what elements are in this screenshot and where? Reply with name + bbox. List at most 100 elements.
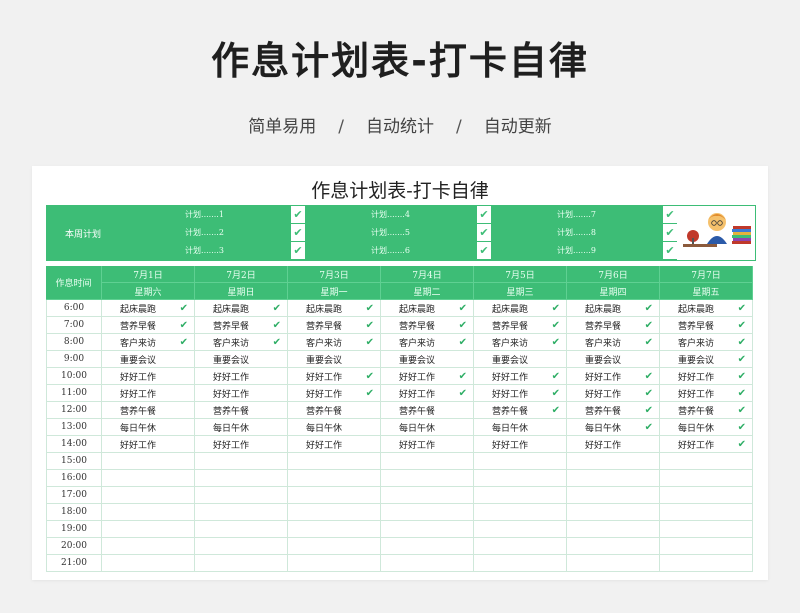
schedule-cell[interactable]: 营养午餐 ✔ bbox=[660, 402, 753, 419]
schedule-cell[interactable]: 每日午休 bbox=[288, 419, 381, 436]
check-icon[interactable]: ✔ bbox=[738, 385, 746, 401]
schedule-cell[interactable]: 好好工作 bbox=[195, 385, 288, 402]
schedule-cell[interactable]: 营养午餐 bbox=[195, 402, 288, 419]
schedule-cell[interactable] bbox=[195, 555, 288, 572]
schedule-cell[interactable]: 好好工作 bbox=[567, 436, 660, 453]
check-icon[interactable]: ✔ bbox=[645, 385, 653, 401]
schedule-cell[interactable]: 起床晨跑 ✔ bbox=[288, 300, 381, 317]
schedule-cell[interactable]: 重要会议 bbox=[474, 351, 567, 368]
plan-item[interactable]: 计划.......9 bbox=[491, 242, 663, 260]
check-icon[interactable]: ✔ bbox=[663, 224, 677, 242]
check-icon[interactable]: ✔ bbox=[552, 334, 560, 350]
check-icon[interactable]: ✔ bbox=[273, 300, 281, 316]
schedule-cell[interactable] bbox=[381, 521, 474, 538]
schedule-cell[interactable]: 好好工作 ✔ bbox=[660, 385, 753, 402]
schedule-cell[interactable] bbox=[102, 504, 195, 521]
schedule-cell[interactable]: 客户来访 ✔ bbox=[288, 334, 381, 351]
check-icon[interactable]: ✔ bbox=[552, 385, 560, 401]
schedule-cell[interactable] bbox=[381, 555, 474, 572]
schedule-cell[interactable]: 营养午餐 bbox=[381, 402, 474, 419]
check-icon[interactable]: ✔ bbox=[645, 419, 653, 435]
schedule-cell[interactable] bbox=[660, 504, 753, 521]
schedule-cell[interactable] bbox=[195, 470, 288, 487]
schedule-cell[interactable]: 营养早餐 ✔ bbox=[660, 317, 753, 334]
check-icon[interactable]: ✔ bbox=[477, 206, 491, 224]
schedule-cell[interactable]: 客户来访 ✔ bbox=[660, 334, 753, 351]
schedule-cell[interactable]: 好好工作 ✔ bbox=[288, 368, 381, 385]
schedule-cell[interactable] bbox=[567, 555, 660, 572]
schedule-cell[interactable] bbox=[288, 487, 381, 504]
schedule-cell[interactable]: 好好工作 ✔ bbox=[381, 385, 474, 402]
schedule-cell[interactable]: 营养午餐 bbox=[288, 402, 381, 419]
schedule-cell[interactable]: 客户来访 ✔ bbox=[567, 334, 660, 351]
schedule-cell[interactable]: 好好工作 ✔ bbox=[660, 368, 753, 385]
check-icon[interactable]: ✔ bbox=[738, 368, 746, 384]
schedule-cell[interactable] bbox=[660, 521, 753, 538]
check-icon[interactable]: ✔ bbox=[273, 317, 281, 333]
schedule-cell[interactable] bbox=[102, 487, 195, 504]
check-icon[interactable]: ✔ bbox=[552, 368, 560, 384]
schedule-cell[interactable]: 客户来访 ✔ bbox=[474, 334, 567, 351]
check-icon[interactable]: ✔ bbox=[738, 351, 746, 367]
schedule-cell[interactable]: 营养早餐 ✔ bbox=[102, 317, 195, 334]
check-icon[interactable]: ✔ bbox=[477, 224, 491, 242]
schedule-cell[interactable] bbox=[474, 470, 567, 487]
schedule-cell[interactable]: 客户来访 ✔ bbox=[102, 334, 195, 351]
check-icon[interactable]: ✔ bbox=[366, 385, 374, 401]
schedule-cell[interactable]: 营养午餐 ✔ bbox=[567, 402, 660, 419]
schedule-cell[interactable]: 起床晨跑 ✔ bbox=[567, 300, 660, 317]
schedule-cell[interactable]: 每日午休 ✔ bbox=[567, 419, 660, 436]
check-icon[interactable]: ✔ bbox=[273, 334, 281, 350]
schedule-cell[interactable] bbox=[195, 521, 288, 538]
schedule-cell[interactable]: 每日午休 bbox=[195, 419, 288, 436]
schedule-cell[interactable] bbox=[381, 487, 474, 504]
schedule-cell[interactable]: 营养早餐 ✔ bbox=[195, 317, 288, 334]
schedule-cell[interactable] bbox=[567, 487, 660, 504]
plan-item[interactable]: 计划.......1 bbox=[119, 206, 291, 224]
schedule-cell[interactable] bbox=[288, 504, 381, 521]
schedule-cell[interactable] bbox=[195, 487, 288, 504]
check-icon[interactable]: ✔ bbox=[645, 300, 653, 316]
schedule-cell[interactable]: 重要会议 bbox=[567, 351, 660, 368]
schedule-cell[interactable]: 营养早餐 ✔ bbox=[381, 317, 474, 334]
schedule-cell[interactable]: 每日午休 bbox=[474, 419, 567, 436]
check-icon[interactable]: ✔ bbox=[738, 436, 746, 452]
check-icon[interactable]: ✔ bbox=[645, 317, 653, 333]
check-icon[interactable]: ✔ bbox=[663, 242, 677, 260]
check-icon[interactable]: ✔ bbox=[180, 334, 188, 350]
check-icon[interactable]: ✔ bbox=[738, 419, 746, 435]
check-icon[interactable]: ✔ bbox=[366, 317, 374, 333]
schedule-cell[interactable] bbox=[474, 555, 567, 572]
schedule-cell[interactable] bbox=[660, 538, 753, 555]
schedule-cell[interactable]: 好好工作 ✔ bbox=[660, 436, 753, 453]
check-icon[interactable]: ✔ bbox=[459, 368, 467, 384]
schedule-cell[interactable]: 重要会议 ✔ bbox=[660, 351, 753, 368]
check-icon[interactable]: ✔ bbox=[291, 206, 305, 224]
schedule-cell[interactable]: 好好工作 bbox=[288, 436, 381, 453]
schedule-cell[interactable]: 好好工作 bbox=[102, 368, 195, 385]
plan-item[interactable]: 计划.......4 bbox=[305, 206, 477, 224]
schedule-cell[interactable] bbox=[474, 453, 567, 470]
schedule-cell[interactable] bbox=[660, 453, 753, 470]
schedule-cell[interactable]: 营养午餐 bbox=[102, 402, 195, 419]
schedule-cell[interactable] bbox=[660, 555, 753, 572]
schedule-cell[interactable]: 重要会议 bbox=[381, 351, 474, 368]
schedule-cell[interactable] bbox=[567, 470, 660, 487]
schedule-cell[interactable]: 好好工作 ✔ bbox=[474, 368, 567, 385]
check-icon[interactable]: ✔ bbox=[459, 300, 467, 316]
schedule-cell[interactable]: 营养早餐 ✔ bbox=[288, 317, 381, 334]
check-icon[interactable]: ✔ bbox=[663, 206, 677, 224]
check-icon[interactable]: ✔ bbox=[366, 368, 374, 384]
check-icon[interactable]: ✔ bbox=[645, 334, 653, 350]
schedule-cell[interactable]: 好好工作 ✔ bbox=[474, 385, 567, 402]
schedule-cell[interactable]: 好好工作 bbox=[474, 436, 567, 453]
schedule-cell[interactable]: 营养午餐 ✔ bbox=[474, 402, 567, 419]
schedule-cell[interactable] bbox=[195, 453, 288, 470]
schedule-cell[interactable] bbox=[381, 470, 474, 487]
schedule-cell[interactable] bbox=[660, 487, 753, 504]
schedule-cell[interactable]: 客户来访 ✔ bbox=[195, 334, 288, 351]
check-icon[interactable]: ✔ bbox=[738, 317, 746, 333]
schedule-cell[interactable]: 好好工作 bbox=[381, 436, 474, 453]
schedule-cell[interactable]: 每日午休 bbox=[102, 419, 195, 436]
schedule-cell[interactable]: 好好工作 ✔ bbox=[567, 385, 660, 402]
